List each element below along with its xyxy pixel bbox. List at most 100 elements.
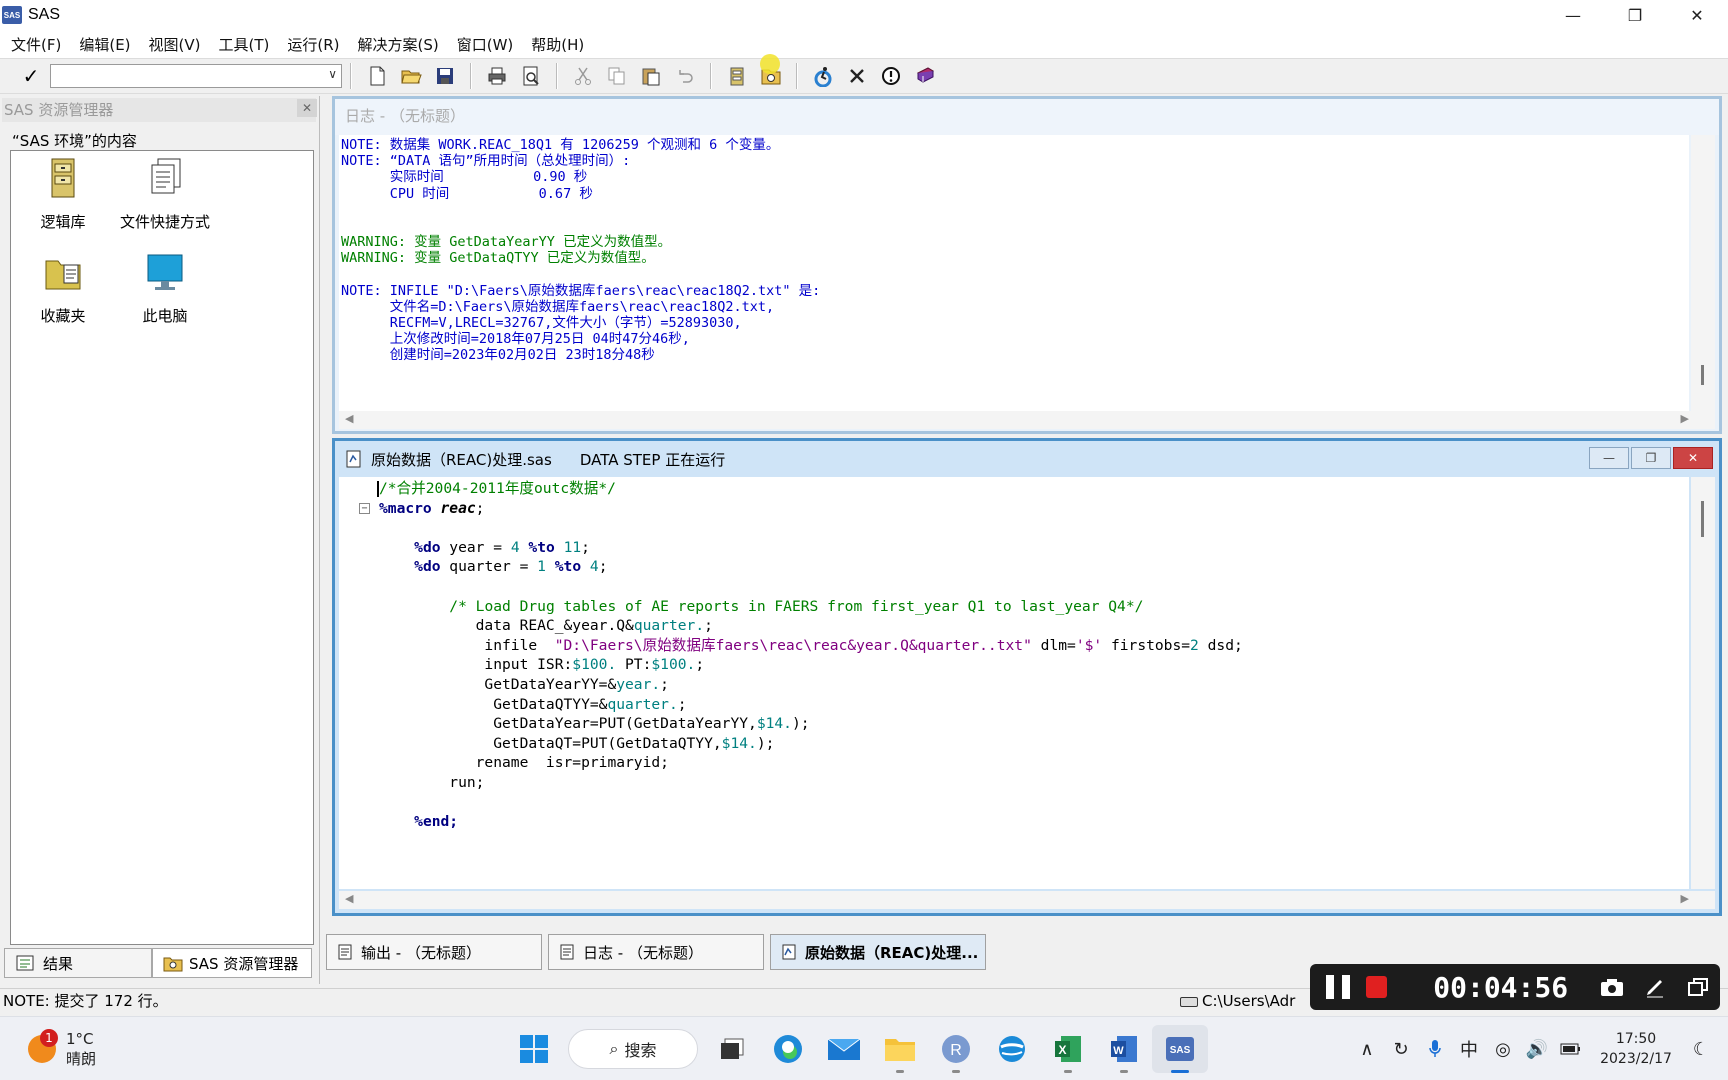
tab-output[interactable]: 输出 - （无标题） (326, 934, 542, 970)
explorer-item-favorites[interactable]: 收藏夹 (13, 251, 113, 327)
log-window[interactable]: 日志 - （无标题） NOTE: 数据集 WORK.REAC_18Q1 有 12… (332, 96, 1722, 434)
menu-edit[interactable]: 编辑(E) (70, 34, 139, 55)
code-token: ); (756, 734, 775, 752)
code-token: ; (660, 675, 669, 693)
battery-icon[interactable] (1554, 1029, 1588, 1069)
editor-restore-button[interactable]: ❐ (1631, 447, 1671, 469)
explorer-close-button[interactable]: ✕ (297, 99, 317, 117)
taskbar-search[interactable]: ⌕ 搜索 (568, 1029, 698, 1069)
tab-results[interactable]: 结果 (4, 948, 152, 978)
log-vertical-scrollbar[interactable] (1691, 135, 1715, 411)
menu-file[interactable]: 文件(F) (2, 34, 70, 55)
current-directory[interactable]: C:\Users\Adr (1180, 989, 1295, 1013)
collapse-icon[interactable]: − (359, 502, 370, 514)
output-icon (338, 944, 352, 960)
tab-sas-explorer[interactable]: SAS 资源管理器 (152, 948, 312, 978)
libraries-button[interactable] (720, 61, 754, 91)
copy-button[interactable] (600, 61, 634, 91)
pen-icon[interactable] (1633, 964, 1676, 1010)
excel-button[interactable]: X (1040, 1025, 1096, 1073)
clear-button[interactable] (840, 61, 874, 91)
globe-icon[interactable]: ◎ (1486, 1029, 1520, 1069)
new-file-button[interactable] (360, 61, 394, 91)
menu-run[interactable]: 运行(R) (278, 34, 348, 55)
log-horizontal-scrollbar[interactable]: ◀ ▶ (339, 411, 1715, 429)
code-token: %to (554, 558, 582, 576)
menu-view[interactable]: 视图(V) (140, 34, 210, 55)
running-indicator (896, 1070, 904, 1073)
file-explorer-button[interactable] (872, 1025, 928, 1073)
folder-icon (885, 1039, 915, 1061)
scroll-left-icon[interactable]: ◀ (345, 892, 353, 905)
code-token: GetDataQT=PUT(GetDataQTYY, (379, 734, 722, 752)
stop-record-button[interactable] (1365, 976, 1388, 998)
scroll-left-icon[interactable]: ◀ (345, 412, 353, 425)
scroll-thumb[interactable] (1701, 365, 1704, 385)
check-icon[interactable]: ✓ (16, 61, 46, 91)
scroll-thumb[interactable] (1701, 501, 1704, 537)
pause-button[interactable] (1326, 975, 1350, 999)
scroll-right-icon[interactable]: ▶ (1681, 412, 1689, 425)
print-button[interactable] (480, 61, 514, 91)
ie-browser-button[interactable] (984, 1025, 1040, 1073)
word-button[interactable]: W (1096, 1025, 1152, 1073)
editor-horizontal-scrollbar[interactable]: ◀ ▶ (339, 891, 1715, 909)
minimize-button[interactable]: — (1542, 0, 1604, 30)
save-button[interactable] (428, 61, 462, 91)
undo-button[interactable] (668, 61, 702, 91)
sync-icon[interactable]: ↻ (1384, 1029, 1418, 1069)
explorer-item-file-shortcuts[interactable]: 文件快捷方式 (115, 157, 215, 233)
menu-help[interactable]: 帮助(H) (522, 34, 593, 55)
command-box[interactable]: ∨ (50, 64, 342, 88)
close-button[interactable]: ✕ (1666, 0, 1728, 30)
code-token: PT: (616, 656, 652, 674)
taskbar-clock[interactable]: 17:50 2023/2/17 (1588, 1029, 1684, 1069)
print-preview-button[interactable] (514, 61, 548, 91)
editor-window[interactable]: 原始数据（REAC)处理.sas DATA STEP 正在运行 — ❐ ✕ /*… (332, 438, 1722, 916)
editor-close-button[interactable]: ✕ (1673, 447, 1713, 469)
edge-browser-button[interactable] (760, 1025, 816, 1073)
code-editor[interactable]: /*合并2004-2011年度outc数据*/− %macro reac; %do… (339, 477, 1689, 889)
chevron-down-icon[interactable]: ∨ (328, 67, 337, 81)
mdi-workspace: 日志 - （无标题） NOTE: 数据集 WORK.REAC_18Q1 有 12… (326, 96, 1728, 922)
camera-icon[interactable] (1590, 964, 1633, 1010)
window-switch-icon[interactable] (1677, 964, 1720, 1010)
system-tray: ∧ ↻ 中 ◎ 🔊 17:50 2023/2/17 ☾ (1350, 1017, 1728, 1080)
start-button[interactable] (506, 1025, 562, 1073)
editor-vertical-scrollbar[interactable] (1691, 477, 1715, 889)
scroll-right-icon[interactable]: ▶ (1681, 892, 1689, 905)
weather-widget[interactable]: 1 1°C 晴朗 (28, 1029, 96, 1069)
r-app-button[interactable]: R (928, 1025, 984, 1073)
chevron-up-icon[interactable]: ∧ (1350, 1029, 1384, 1069)
help-book-button[interactable] (908, 61, 942, 91)
input-method-indicator[interactable]: 中 (1452, 1029, 1486, 1069)
volume-icon[interactable]: 🔊 (1520, 1029, 1554, 1069)
moon-icon[interactable]: ☾ (1684, 1029, 1718, 1069)
editor-minimize-button[interactable]: — (1589, 447, 1629, 469)
microphone-icon[interactable] (1418, 1029, 1452, 1069)
code-token: ); (791, 715, 810, 733)
editor-window-titlebar: 原始数据（REAC)处理.sas DATA STEP 正在运行 (335, 441, 1719, 477)
sas-taskbar-button[interactable]: SAS (1152, 1025, 1208, 1073)
log-text[interactable]: NOTE: 数据集 WORK.REAC_18Q1 有 1206259 个观测和 … (339, 135, 1689, 411)
task-view-button[interactable] (704, 1025, 760, 1073)
submit-button[interactable] (806, 61, 840, 91)
excel-icon: X (1055, 1036, 1081, 1062)
menu-solutions[interactable]: 解决方案(S) (349, 34, 448, 55)
explorer-item-this-pc[interactable]: 此电脑 (115, 251, 215, 327)
explorer-item-libraries[interactable]: 逻辑库 (13, 157, 113, 233)
tab-log[interactable]: 日志 - （无标题） (548, 934, 764, 970)
log-line: WARNING: 变量 GetDataQTYY 已定义为数值型。 (341, 250, 655, 267)
tab-program[interactable]: 原始数据（REAC)处理... (770, 934, 986, 970)
program-file-icon (346, 450, 361, 468)
open-button[interactable] (394, 61, 428, 91)
cut-button[interactable] (566, 61, 600, 91)
mail-button[interactable] (816, 1025, 872, 1073)
menu-window[interactable]: 窗口(W) (448, 34, 523, 55)
break-button[interactable] (874, 61, 908, 91)
paste-button[interactable] (634, 61, 668, 91)
menu-tools[interactable]: 工具(T) (210, 34, 279, 55)
maximize-button[interactable]: ❐ (1604, 0, 1666, 30)
